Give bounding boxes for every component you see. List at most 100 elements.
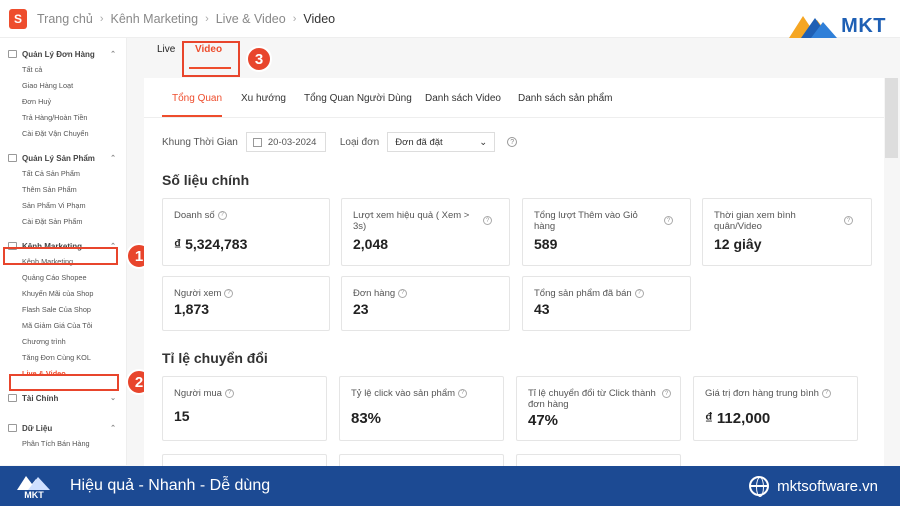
sidebar-item[interactable]: Tất Cả Sản Phẩm bbox=[0, 166, 126, 182]
metric-value: 2,048 bbox=[353, 236, 389, 252]
website-url: mktsoftware.vn bbox=[777, 477, 878, 495]
help-icon[interactable]: ? bbox=[662, 389, 671, 398]
subtab-live[interactable]: Live bbox=[157, 44, 175, 55]
footer-slogan: Hiệu quả - Nhanh - Dễ dùng bbox=[70, 477, 271, 494]
sidebar-item[interactable]: Giao Hàng Loạt bbox=[0, 78, 126, 94]
sidebar-item[interactable]: Tất cả bbox=[0, 62, 126, 78]
mkt-mountain-icon bbox=[789, 16, 838, 38]
metric-label: Giá trị đơn hàng trung bình? bbox=[705, 388, 831, 399]
metric-card[interactable]: Đơn hàng? 23 bbox=[341, 276, 510, 331]
mkt-brand-text: MKT bbox=[841, 14, 886, 37]
metric-card[interactable]: Giá trị đơn hàng trung bình? ₫ 112,000 bbox=[693, 376, 858, 441]
chevron-right-icon: › bbox=[205, 12, 209, 25]
help-icon[interactable]: ? bbox=[664, 216, 673, 225]
metric-value: 12 giây bbox=[714, 236, 762, 252]
metric-card[interactable]: Lượt xem hiệu quả ( Xem > 3s) ? 2,048 bbox=[341, 198, 510, 266]
help-icon[interactable]: ? bbox=[634, 288, 644, 298]
top-header: S Trang chủ › Kênh Marketing › Live & Vi… bbox=[0, 0, 900, 38]
metric-card[interactable]: Người xem? 1,873 bbox=[162, 276, 330, 331]
date-value: 20-03-2024 bbox=[267, 136, 317, 148]
metric-value: ₫ 112,000 bbox=[705, 410, 771, 427]
tab-overview[interactable]: Tổng Quan bbox=[172, 93, 222, 104]
calendar-icon bbox=[252, 137, 262, 147]
breadcrumb-live-video[interactable]: Live & Video bbox=[216, 12, 286, 26]
breadcrumb-marketing[interactable]: Kênh Marketing bbox=[111, 12, 199, 26]
metric-card[interactable]: Doanh số? ₫ 5,324,783 bbox=[162, 198, 330, 266]
sidebar-item[interactable]: Cài Đặt Sản Phẩm bbox=[0, 214, 126, 230]
metric-card[interactable]: Tỉ lệ chuyển đổi từ Click thành đơn hàng… bbox=[516, 376, 681, 441]
sidebar-item[interactable]: Cài Đặt Vận Chuyển bbox=[0, 126, 126, 142]
sidebar-item[interactable]: Quảng Cáo Shopee bbox=[0, 270, 126, 286]
sidebar-group-finance[interactable]: Tài Chính ⌄ bbox=[0, 390, 126, 406]
metric-value: 1,873 bbox=[174, 301, 210, 317]
date-picker[interactable]: 20-03-2024 bbox=[245, 132, 326, 152]
sidebar-group-products[interactable]: Quản Lý Sản Phẩm ⌃ bbox=[0, 150, 126, 166]
order-type-select[interactable]: Đơn đã đặt ⌄ bbox=[387, 132, 496, 152]
metric-label: Doanh số? bbox=[174, 210, 227, 221]
breadcrumb: Trang chủ › Kênh Marketing › Live & Vide… bbox=[37, 12, 335, 26]
sidebar-item[interactable]: Chương trình bbox=[0, 334, 126, 350]
chevron-up-icon: ⌃ bbox=[110, 155, 116, 162]
metric-label: Người mua? bbox=[174, 388, 234, 399]
help-icon[interactable]: ? bbox=[224, 288, 234, 298]
metric-value: 23 bbox=[353, 301, 369, 317]
step-badge-3: 3 bbox=[246, 46, 272, 72]
sidebar-item[interactable]: Thêm Sản Phẩm bbox=[0, 182, 126, 198]
help-icon[interactable]: ? bbox=[458, 388, 468, 398]
metric-card[interactable]: Tổng sản phẩm đã bán? 43 bbox=[522, 276, 691, 331]
chevron-up-icon: ⌃ bbox=[110, 51, 116, 58]
footer-mkt-logo: MKT bbox=[16, 473, 52, 500]
metric-value: ₫ 5,324,783 bbox=[174, 236, 248, 252]
highlight-live-video bbox=[9, 374, 119, 391]
tab-trend[interactable]: Xu hướng bbox=[241, 93, 286, 104]
metric-label: Lượt xem hiệu quả ( Xem > 3s) bbox=[353, 210, 470, 232]
order-type-value: Đơn đã đặt bbox=[395, 136, 443, 148]
sidebar-item[interactable]: Trả Hàng/Hoàn Tiền bbox=[0, 110, 126, 126]
sidebar-item[interactable]: Flash Sale Của Shop bbox=[0, 302, 126, 318]
footer-website[interactable]: mktsoftware.vn bbox=[749, 476, 878, 497]
time-range-label: Khung Thời Gian bbox=[162, 136, 238, 148]
help-icon[interactable]: ? bbox=[224, 388, 234, 398]
help-icon[interactable]: ? bbox=[507, 137, 518, 147]
breadcrumb-current: Video bbox=[303, 11, 336, 26]
sidebar-item[interactable]: Mã Giảm Giá Của Tôi bbox=[0, 318, 126, 334]
metric-value: 15 bbox=[174, 408, 190, 424]
sidebar-group-data[interactable]: Dữ Liệu ⌃ bbox=[0, 420, 126, 436]
sidebar-group-orders[interactable]: Quản Lý Đơn Hàng ⌃ bbox=[0, 46, 126, 62]
sidebar-group-label: Quản Lý Đơn Hàng bbox=[22, 49, 95, 59]
help-icon[interactable]: ? bbox=[217, 210, 227, 220]
tab-video-list[interactable]: Danh sách Video bbox=[425, 93, 501, 104]
metric-value: 589 bbox=[534, 236, 558, 252]
analytics-card: Tổng Quan Xu hướng Tổng Quan Người Dùng … bbox=[144, 78, 884, 484]
help-icon[interactable]: ? bbox=[821, 388, 831, 398]
tab-user-overview[interactable]: Tổng Quan Người Dùng bbox=[304, 93, 412, 104]
highlight-marketing bbox=[3, 247, 118, 265]
box-icon bbox=[8, 154, 17, 162]
metric-value: 43 bbox=[534, 301, 550, 317]
metric-card[interactable]: Tổng lượt Thêm vào Giỏ hàng ? 589 bbox=[522, 198, 691, 266]
highlight-video-tab bbox=[182, 41, 240, 77]
sidebar-item[interactable]: Khuyến Mãi của Shop bbox=[0, 286, 126, 302]
chevron-down-icon: ⌄ bbox=[479, 136, 488, 148]
sidebar-item[interactable]: Đơn Huỷ bbox=[0, 94, 126, 110]
sidebar-item[interactable]: Phân Tích Bán Hàng bbox=[0, 436, 126, 452]
sidebar-item[interactable]: Sản Phẩm Vi Phạm bbox=[0, 198, 126, 214]
scrollbar[interactable] bbox=[885, 78, 898, 158]
shopee-logo[interactable]: S bbox=[9, 8, 27, 29]
chart-icon bbox=[8, 424, 17, 432]
footer-logo-text: MKT bbox=[24, 489, 44, 500]
tab-product-list[interactable]: Danh sách sản phẩm bbox=[518, 93, 613, 104]
wallet-icon bbox=[8, 394, 17, 402]
metric-card[interactable]: Tỷ lệ click vào sản phẩm? 83% bbox=[339, 376, 504, 441]
main-metrics-title: Số liệu chính bbox=[162, 172, 250, 188]
mkt-mountain-icon bbox=[17, 475, 50, 490]
breadcrumb-home[interactable]: Trang chủ bbox=[37, 12, 93, 26]
metric-card[interactable]: Người mua? 15 bbox=[162, 376, 327, 441]
sidebar-item[interactable]: Tăng Đơn Cùng KOL bbox=[0, 350, 126, 366]
help-icon[interactable]: ? bbox=[483, 216, 492, 225]
metric-label: Thời gian xem bình quân/Video bbox=[714, 210, 796, 232]
metric-label: Đơn hàng? bbox=[353, 288, 408, 299]
help-icon[interactable]: ? bbox=[398, 288, 408, 298]
help-icon[interactable]: ? bbox=[844, 216, 853, 225]
metric-card[interactable]: Thời gian xem bình quân/Video ? 12 giây bbox=[702, 198, 872, 266]
